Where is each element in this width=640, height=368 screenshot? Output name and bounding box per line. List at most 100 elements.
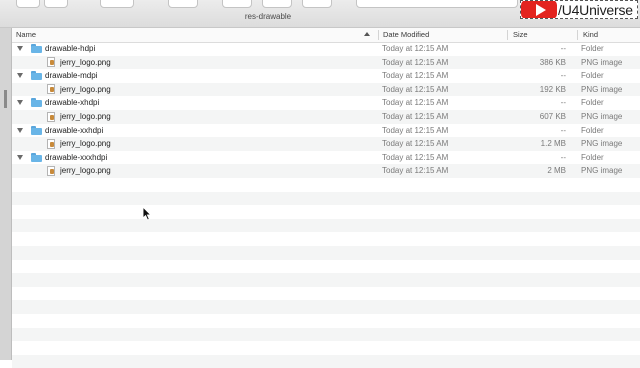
- empty-row: [12, 191, 640, 206]
- mouse-pointer-icon: [142, 206, 152, 221]
- item-kind: PNG image: [581, 166, 623, 176]
- column-divider[interactable]: [507, 30, 508, 40]
- item-date-modified: Today at 12:15 AM: [382, 139, 449, 149]
- item-size: --: [560, 98, 566, 108]
- folder-row[interactable]: drawable-xhdpi Today at 12:15 AM -- Folder: [12, 96, 640, 110]
- folder-icon: [31, 98, 42, 108]
- empty-row: [12, 205, 640, 219]
- sidebar-marker: [4, 90, 7, 108]
- item-size: 192 KB: [539, 84, 566, 94]
- item-size: 1.2 MB: [540, 139, 566, 149]
- item-name: drawable-hdpi: [45, 44, 96, 53]
- sidebar-edge: [0, 28, 12, 360]
- item-date-modified: Today at 12:15 AM: [382, 71, 449, 81]
- png-file-icon: [47, 138, 55, 149]
- column-header-row: Name Date Modified Size Kind: [12, 28, 640, 43]
- folder-row[interactable]: drawable-hdpi Today at 12:15 AM -- Folder: [12, 42, 640, 56]
- folder-icon: [31, 71, 42, 81]
- item-date-modified: Today at 12:15 AM: [382, 98, 449, 108]
- column-header-date[interactable]: Date Modified: [379, 28, 507, 42]
- empty-row: [12, 341, 640, 355]
- empty-row: [12, 273, 640, 287]
- item-date-modified: Today at 12:15 AM: [382, 112, 449, 121]
- item-size: 607 KB: [539, 112, 566, 121]
- column-header-name[interactable]: Name: [12, 28, 378, 42]
- item-size: 386 KB: [539, 57, 566, 67]
- item-kind: PNG image: [581, 112, 623, 121]
- png-file-icon: [47, 84, 55, 95]
- item-kind: Folder: [581, 71, 604, 81]
- disclosure-triangle-icon[interactable]: [17, 127, 23, 133]
- item-name: jerry_logo.png: [60, 139, 111, 149]
- youtube-play-icon: [521, 1, 557, 18]
- file-row[interactable]: jerry_logo.png Today at 12:15 AM 192 KB PNG…: [12, 82, 640, 97]
- item-size: --: [560, 44, 566, 53]
- item-kind: Folder: [581, 98, 604, 108]
- item-size: 2 MB: [547, 166, 566, 176]
- file-row[interactable]: jerry_logo.png Today at 12:15 AM 386 KB PNG…: [12, 55, 640, 70]
- png-file-icon: [47, 165, 55, 176]
- item-name: drawable-xxxhdpi: [45, 152, 108, 162]
- toolbar-button-6[interactable]: [262, 0, 292, 8]
- folder-row[interactable]: drawable-xxxhdpi Today at 12:15 AM -- Folde…: [12, 151, 640, 165]
- item-date-modified: Today at 12:15 AM: [382, 152, 449, 162]
- empty-row: [12, 287, 640, 301]
- empty-row: [12, 232, 640, 246]
- item-name: jerry_logo.png: [60, 166, 111, 176]
- folder-row[interactable]: drawable-mdpi Today at 12:15 AM -- Folder: [12, 69, 640, 83]
- png-file-icon: [47, 57, 55, 68]
- item-kind: PNG image: [581, 84, 623, 94]
- search-field[interactable]: [356, 0, 518, 8]
- folder-row[interactable]: drawable-xxhdpi Today at 12:15 AM -- Folder: [12, 124, 640, 138]
- sort-ascending-icon: [364, 32, 370, 36]
- disclosure-triangle-icon[interactable]: [17, 73, 23, 79]
- column-header-size[interactable]: Size: [509, 28, 577, 42]
- toolbar-button-3[interactable]: [100, 0, 134, 8]
- item-date-modified: Today at 12:15 AM: [382, 166, 449, 176]
- disclosure-triangle-icon[interactable]: [17, 154, 23, 160]
- empty-row: [12, 218, 640, 233]
- toolbar-button-7[interactable]: [302, 0, 332, 8]
- item-date-modified: Today at 12:15 AM: [382, 125, 449, 135]
- item-date-modified: Today at 12:15 AM: [382, 44, 449, 53]
- empty-row: [12, 327, 640, 342]
- toolbar-button-1[interactable]: [16, 0, 40, 8]
- empty-row: [12, 314, 640, 328]
- disclosure-triangle-icon[interactable]: [17, 46, 23, 51]
- toolbar-button-2[interactable]: [44, 0, 68, 8]
- file-row[interactable]: jerry_logo.png Today at 12:15 AM 607 KB PNG…: [12, 110, 640, 124]
- empty-row: [12, 260, 640, 274]
- item-size: --: [560, 125, 566, 135]
- item-name: jerry_logo.png: [60, 57, 111, 67]
- item-kind: Folder: [581, 44, 604, 53]
- empty-row: [12, 354, 640, 368]
- watermark-text: /U4Universe: [558, 1, 633, 18]
- empty-row: [12, 246, 640, 260]
- column-header-kind-label: Kind: [583, 30, 599, 39]
- file-list: Name Date Modified Size Kind drawable-hd…: [12, 28, 640, 368]
- item-size: --: [560, 152, 566, 162]
- item-kind: PNG image: [581, 139, 623, 149]
- disclosure-triangle-icon[interactable]: [17, 100, 23, 106]
- file-row[interactable]: jerry_logo.png Today at 12:15 AM 2 MB PNG i…: [12, 164, 640, 178]
- channel-watermark: /U4Universe: [520, 0, 638, 19]
- folder-icon: [31, 152, 42, 162]
- file-row[interactable]: jerry_logo.png Today at 12:15 AM 1.2 MB PNG…: [12, 137, 640, 151]
- toolbar-button-5[interactable]: [222, 0, 252, 8]
- item-name: drawable-xhdpi: [45, 98, 100, 108]
- toolbar-button-4[interactable]: [168, 0, 198, 8]
- column-header-name-label: Name: [16, 30, 37, 39]
- item-kind: Folder: [581, 125, 604, 135]
- png-file-icon: [47, 111, 55, 122]
- item-size: --: [560, 71, 566, 81]
- folder-icon: [31, 125, 42, 135]
- column-header-size-label: Size: [513, 30, 528, 39]
- folder-icon: [31, 44, 42, 53]
- item-name: jerry_logo.png: [60, 112, 111, 121]
- empty-row: [12, 300, 640, 314]
- empty-row: [12, 178, 640, 192]
- item-kind: PNG image: [581, 57, 623, 67]
- item-name: jerry_logo.png: [60, 84, 111, 94]
- column-divider[interactable]: [577, 30, 578, 40]
- column-header-kind[interactable]: Kind: [579, 28, 640, 42]
